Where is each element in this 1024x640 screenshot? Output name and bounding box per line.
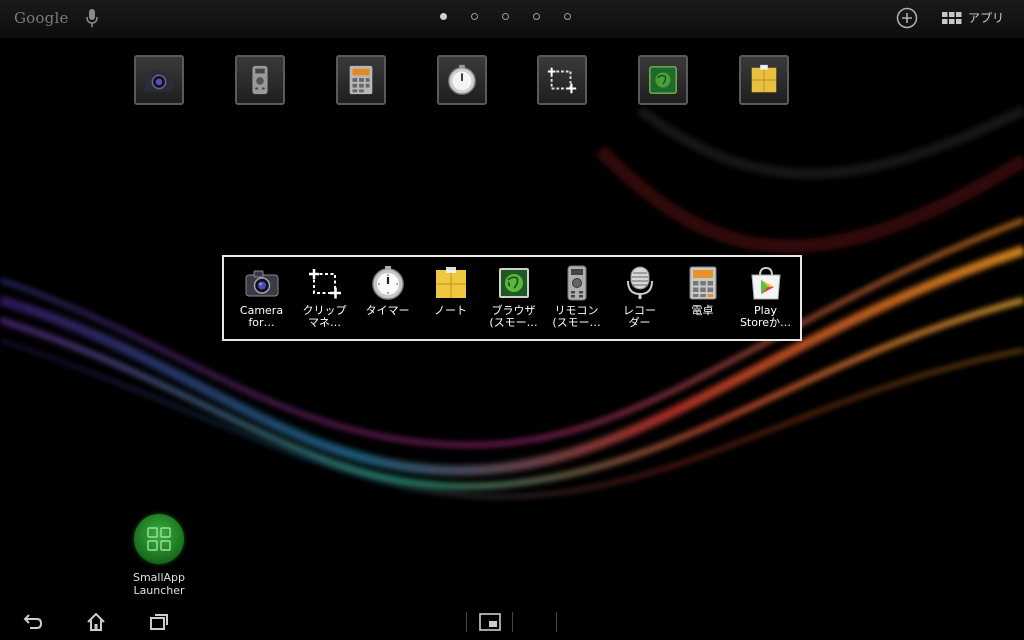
page-dot[interactable]: [471, 13, 478, 20]
divider: [512, 612, 513, 632]
recent-apps-icon: [150, 614, 168, 630]
small-app-label: 電卓: [691, 304, 714, 317]
microphone-icon[interactable]: [86, 8, 98, 32]
small-apps-button[interactable]: [479, 612, 501, 634]
home-clip-shortcut[interactable]: [537, 55, 587, 105]
browser-icon: [498, 268, 529, 298]
home-camera-shortcut[interactable]: [134, 55, 184, 105]
small-app-calculator[interactable]: 電卓: [671, 265, 734, 339]
small-app-remote[interactable]: リモコン (スモー…: [545, 265, 608, 339]
browser-icon: [649, 66, 677, 94]
top-bar: Google アプリ: [0, 0, 1024, 38]
small-app-note[interactable]: ノート: [419, 265, 482, 339]
back-button[interactable]: [22, 611, 44, 633]
small-app-camera[interactable]: Camera for…: [230, 265, 293, 339]
page-dot[interactable]: [564, 13, 571, 20]
page-dot[interactable]: [502, 13, 509, 20]
apps-button[interactable]: アプリ: [942, 9, 1004, 26]
calculator-icon: [689, 266, 716, 300]
clip-icon: [547, 67, 577, 94]
small-app-label: レコー ダー: [623, 304, 656, 329]
recent-apps-button[interactable]: [148, 611, 170, 633]
camera-icon: [144, 69, 174, 92]
smallapp-launcher[interactable]: SmallApp Launcher: [108, 514, 210, 597]
remote-icon: [567, 265, 586, 301]
small-app-label: タイマー: [365, 304, 410, 317]
page-indicator: [440, 13, 571, 20]
home-remote-shortcut[interactable]: [235, 55, 285, 105]
timer-icon: [448, 64, 476, 95]
small-app-label: Play Storeか…: [739, 304, 792, 329]
home-browser-shortcut[interactable]: [638, 55, 688, 105]
divider: [556, 612, 557, 632]
small-app-timer[interactable]: タイマー: [356, 265, 419, 339]
add-widget-button[interactable]: [896, 7, 918, 29]
microphone-icon: [626, 266, 653, 299]
home-timer-shortcut[interactable]: [437, 55, 487, 105]
small-app-label: リモコン (スモー…: [552, 304, 601, 329]
page-dot[interactable]: [440, 13, 447, 20]
note-icon: [751, 64, 777, 93]
small-app-clip[interactable]: クリップ マネ…: [293, 265, 356, 339]
small-app-label: ノート: [434, 304, 467, 317]
home-calculator-shortcut[interactable]: [336, 55, 386, 105]
grid-icon: [147, 527, 171, 551]
smallapp-launcher-label: SmallApp Launcher: [132, 571, 186, 597]
timer-icon: [371, 266, 404, 300]
small-app-play-store[interactable]: Play Storeか…: [734, 265, 797, 339]
camera-icon: [245, 270, 278, 297]
page-dot[interactable]: [533, 13, 540, 20]
navigation-bar: [0, 602, 1024, 640]
small-apps-icon: [479, 613, 501, 631]
calculator-icon: [349, 65, 373, 95]
play-store-icon: [750, 266, 781, 300]
small-app-browser[interactable]: ブラウザ (スモー…: [482, 265, 545, 339]
home-icon: [87, 612, 105, 631]
small-apps-tray: Camera for… クリップ マネ… タイマー ノート ブラウザ (スモー……: [222, 255, 802, 341]
smallapp-launcher-icon: [134, 514, 184, 564]
grid-icon: [942, 11, 962, 24]
small-app-label: ブラウザ (スモー…: [489, 304, 538, 329]
clip-icon: [308, 269, 341, 299]
small-app-recorder[interactable]: レコー ダー: [608, 265, 671, 339]
remote-icon: [252, 65, 268, 95]
note-icon: [435, 267, 466, 298]
apps-label: アプリ: [968, 11, 1005, 25]
small-app-label: Camera for…: [239, 304, 284, 329]
divider: [466, 612, 467, 632]
home-note-shortcut[interactable]: [739, 55, 789, 105]
home-button[interactable]: [85, 611, 107, 633]
small-app-label: クリップ マネ…: [302, 304, 347, 329]
back-icon: [23, 614, 43, 629]
plus-icon: [896, 7, 918, 29]
google-search-label[interactable]: Google: [14, 9, 69, 27]
